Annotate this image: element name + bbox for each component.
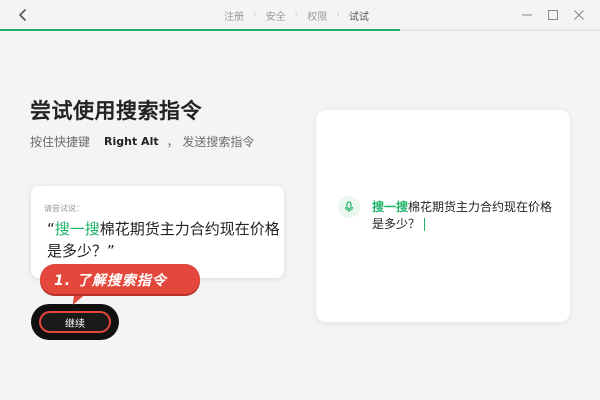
step-try: 试试: [348, 11, 369, 23]
microphone-icon: [338, 196, 360, 218]
close-quote: ”: [107, 242, 115, 260]
title-bar: 注册 › 安全 › 权限 › 试试: [0, 0, 600, 31]
progress-fill: [0, 29, 401, 31]
text-caret: [424, 218, 426, 231]
step-permissions: 权限: [307, 11, 328, 23]
open-quote: “: [47, 220, 55, 238]
progress-track: [0, 29, 600, 31]
step-separator-icon: ›: [336, 10, 340, 20]
step-security: 安全: [265, 11, 286, 23]
instruction-suffix: ， 发送搜索指令: [166, 135, 255, 149]
transcription-text: 搜一搜棉花期货主力合约现在价格是多少？: [372, 199, 557, 233]
step-separator-icon: ›: [253, 10, 257, 20]
step-register: 注册: [224, 11, 244, 23]
minimize-icon[interactable]: [519, 7, 535, 23]
example-phrase: “搜一搜棉花期货主力合约现在价格是多少？”: [47, 218, 283, 262]
callout-text: 1. 了解搜索指令: [54, 273, 167, 289]
step-separator-icon: ›: [294, 10, 299, 20]
step-breadcrumb: 注册 › 安全 › 权限 › 试试: [220, 0, 373, 30]
instruction-text: 按住快捷键 Right Alt ， 发送搜索指令: [30, 133, 254, 150]
instruction-prefix: 按住快捷键: [30, 135, 91, 149]
maximize-icon[interactable]: [545, 7, 561, 23]
close-icon[interactable]: [571, 7, 587, 23]
continue-button[interactable]: 继续: [39, 311, 111, 333]
page-title: 尝试使用搜索指令: [30, 99, 202, 123]
voice-preview-panel: 搜一搜棉花期货主力合约现在价格是多少？: [316, 110, 570, 322]
transcription-keyword: 搜一搜: [372, 200, 409, 214]
tutorial-callout: 1. 了解搜索指令: [40, 264, 200, 294]
example-label: 请尝试说：: [44, 204, 84, 213]
example-keyword: 搜一搜: [54, 220, 100, 238]
shortcut-key-label: Right Alt: [104, 135, 159, 148]
back-chevron-icon[interactable]: [14, 6, 32, 24]
